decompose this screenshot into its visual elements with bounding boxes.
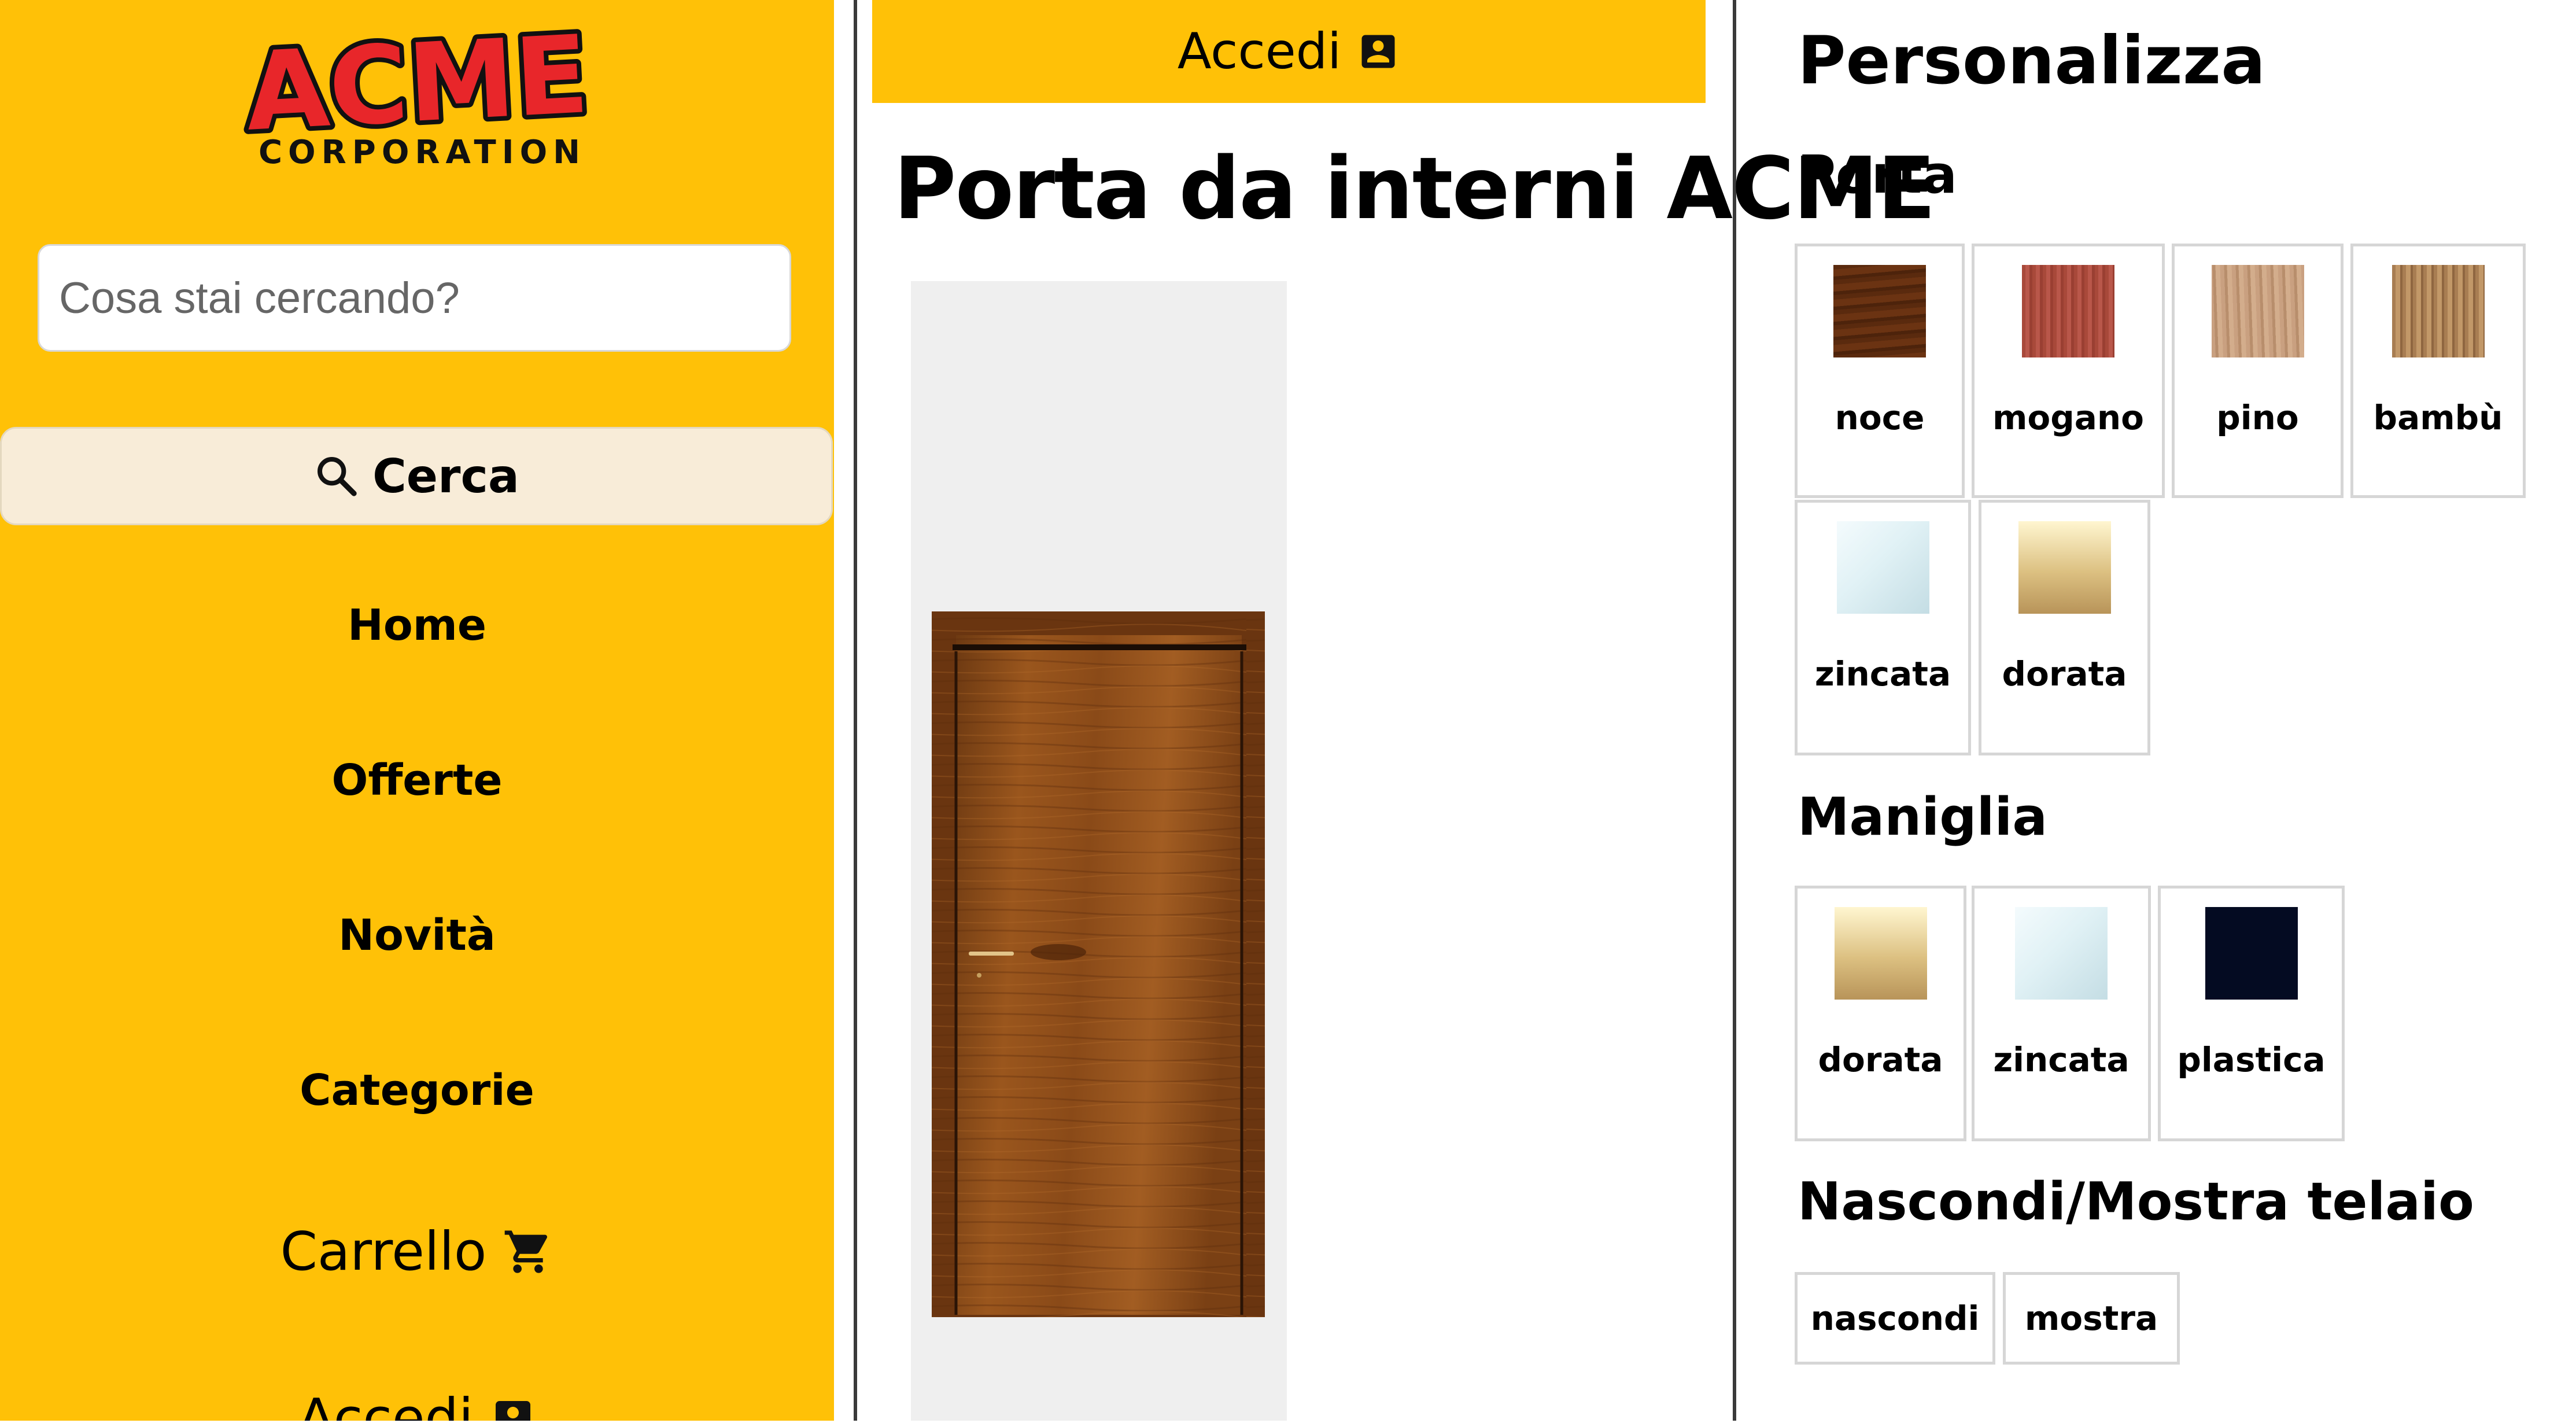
door-option-bambu[interactable]: bambù	[2350, 244, 2526, 498]
noce-swatch	[1833, 265, 1926, 357]
door-option-pino[interactable]: pino	[2172, 244, 2344, 498]
account-box-icon	[1361, 35, 1395, 68]
door-option-label: zincata	[1814, 654, 1951, 694]
handle-option-label: plastica	[2177, 1040, 2326, 1079]
mogano-swatch	[2022, 265, 2114, 357]
door-option-label: bambù	[2373, 398, 2503, 437]
nav-novita[interactable]: Novità	[0, 910, 834, 960]
handle-option-zincata[interactable]: zincata	[1972, 886, 2151, 1141]
acme-logo[interactable]: ACME ACME CORPORATION	[243, 17, 601, 174]
nav-home[interactable]: Home	[0, 600, 834, 650]
handle-option-label: zincata	[1993, 1040, 2130, 1079]
door-option-mogano[interactable]: mogano	[1972, 244, 2165, 498]
handle-option-plastica[interactable]: plastica	[2158, 886, 2345, 1141]
handle-option-label: dorata	[1818, 1040, 1943, 1079]
customize-title: Personalizza	[1798, 22, 2266, 99]
svg-text:CORPORATION: CORPORATION	[259, 134, 586, 171]
cart-icon	[504, 1230, 548, 1273]
show-frame-button[interactable]: mostra	[2003, 1272, 2180, 1365]
door-option-dorata[interactable]: dorata	[1979, 500, 2150, 755]
nav-accedi[interactable]: Accedi	[0, 1387, 834, 1421]
search-button[interactable]: Cerca	[0, 427, 833, 525]
nav-categorie[interactable]: Categorie	[0, 1066, 834, 1115]
zincata-swatch	[2015, 907, 2108, 1000]
nav-offerte[interactable]: Offerte	[0, 755, 834, 805]
frame-section-title: Nascondi/Mostra telaio	[1798, 1171, 2474, 1232]
door-render	[932, 611, 1265, 1317]
handle-option-dorata[interactable]: dorata	[1795, 886, 1966, 1141]
door-option-zincata[interactable]: zincata	[1795, 500, 1971, 755]
account-box-icon	[495, 1400, 530, 1421]
door-option-noce[interactable]: noce	[1795, 244, 1965, 498]
handle-section-title: Maniglia	[1798, 787, 2048, 847]
zincata-swatch	[1836, 521, 1929, 614]
hide-frame-button[interactable]: nascondi	[1795, 1272, 1995, 1365]
door-3d-viewer[interactable]	[911, 281, 1287, 1421]
nav-accedi-label: Accedi	[298, 1387, 474, 1421]
dorata-swatch	[2018, 521, 2111, 614]
door-section-title: Porta	[1798, 145, 1957, 205]
nav-carrello[interactable]: Carrello	[0, 1221, 834, 1282]
login-button-label: Accedi	[1177, 23, 1342, 80]
dorata-swatch	[1834, 907, 1927, 1000]
bambu-swatch	[2392, 265, 2485, 357]
search-input[interactable]	[38, 244, 791, 352]
search-icon	[318, 457, 357, 496]
door-option-label: mogano	[1992, 398, 2145, 437]
door-option-label: noce	[1835, 398, 1925, 437]
pino-swatch	[2211, 265, 2304, 357]
plastica-swatch	[2205, 907, 2298, 1000]
door-option-label: dorata	[2002, 654, 2127, 694]
nav-carrello-label: Carrello	[280, 1221, 487, 1282]
column-divider-left	[854, 0, 857, 1421]
sidebar: ACME ACME CORPORATION Cerca Home Offerte…	[0, 0, 834, 1421]
product-title: Porta da interni ACME	[894, 139, 1936, 238]
login-button[interactable]: Accedi	[872, 0, 1706, 103]
search-button-label: Cerca	[372, 449, 519, 503]
door-option-label: pino	[2216, 398, 2299, 437]
